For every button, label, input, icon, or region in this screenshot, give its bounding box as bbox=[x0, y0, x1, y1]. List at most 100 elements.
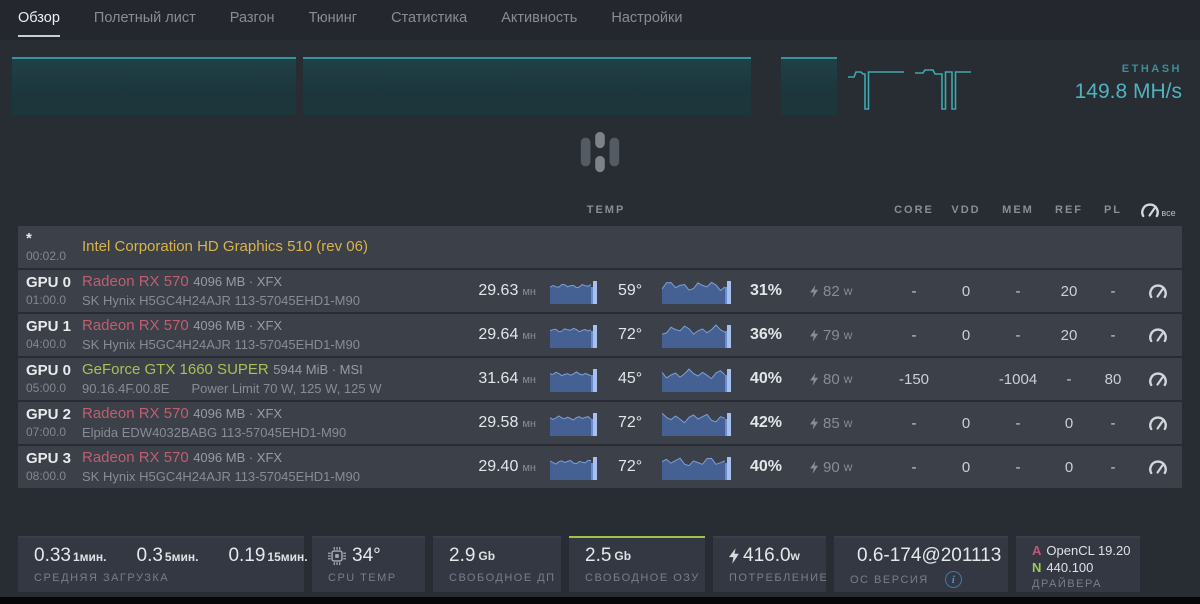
free-disk-value: 2.9 bbox=[449, 545, 476, 566]
total-hashrate-value: 149.8 MH/s bbox=[1074, 80, 1182, 103]
power-bolt-icon bbox=[810, 284, 819, 298]
gpu-index: GPU 2 bbox=[26, 406, 72, 424]
temp-sparkline bbox=[550, 454, 610, 480]
gpu-name[interactable]: Intel Corporation HD Graphics 510 (rev 0… bbox=[82, 238, 368, 255]
hashrate-chart-4[interactable] bbox=[848, 57, 904, 115]
gpu-ref: 0 bbox=[1064, 414, 1074, 432]
gpu-pl: - bbox=[1110, 282, 1116, 300]
gpu-pl: - bbox=[1110, 458, 1116, 476]
top-nav: Обзор Полетный лист Разгон Тюнинг Статис… bbox=[0, 0, 1200, 40]
gpu-ref: 20 bbox=[1060, 326, 1078, 344]
gpu-table-header: TEMP CORE VDD MEM REF PL все bbox=[18, 182, 1182, 226]
gpu-power: 80 bbox=[823, 370, 840, 388]
oc-gauge-button[interactable] bbox=[1134, 327, 1182, 343]
gpu-bus-id: 05:00.0 bbox=[26, 380, 67, 395]
gpu-memory-chip: Elpida EDW4032BABG 113-57045EHD1-M90 bbox=[82, 424, 347, 440]
gpu-fan: 40% bbox=[750, 370, 783, 387]
gpu-bios-power-limit: 90.16.4F.00.8E Power Limit 70 W, 125 W, 1… bbox=[82, 380, 382, 396]
amd-driver-badge: A bbox=[1032, 543, 1042, 558]
status-bar: 0.33 1мин. 0.3 5мин. 0.19 15мин. СРЕДНЯЯ ЗА… bbox=[0, 536, 1200, 592]
gauge-icon bbox=[1149, 283, 1167, 298]
gpu-index: GPU 3 bbox=[26, 450, 72, 468]
tab-overclock[interactable]: Разгон bbox=[230, 10, 275, 35]
header-temp: TEMP bbox=[586, 204, 626, 216]
total-hashrate-panel: ETHASH 149.8 MH/s bbox=[1022, 57, 1182, 115]
gpu-power: 90 bbox=[823, 458, 840, 476]
temp-sparkline bbox=[550, 410, 610, 436]
gpu-mem-vendor: 4096 MB · XFX bbox=[193, 450, 283, 466]
tab-statistics[interactable]: Статистика bbox=[391, 10, 467, 35]
oc-all-gauge-button[interactable]: все bbox=[1134, 202, 1182, 218]
gpu-bus-id: 07:00.0 bbox=[26, 424, 67, 439]
tab-tuning[interactable]: Тюнинг bbox=[309, 10, 358, 35]
temp-sparkline bbox=[550, 366, 610, 392]
gpu-bus-id: 00:02.0 bbox=[26, 248, 67, 263]
gpu-name[interactable]: Radeon RX 570 bbox=[82, 273, 189, 290]
hashrate-unit: мн bbox=[522, 374, 536, 386]
gpu-table: TEMP CORE VDD MEM REF PL все * 00:02.0 I… bbox=[18, 182, 1182, 488]
gpu-name[interactable]: GeForce GTX 1660 SUPER bbox=[82, 361, 269, 378]
nvidia-driver-version: 440.100 bbox=[1046, 559, 1094, 575]
gpu-vdd: 0 bbox=[961, 282, 971, 300]
gpu-temp: 59° bbox=[618, 282, 643, 299]
gauge-icon bbox=[1149, 327, 1167, 342]
gpu-bus-id: 08:00.0 bbox=[26, 468, 67, 483]
cpu-temp-card: 34° CPU TEMP bbox=[312, 536, 425, 592]
tab-flight-sheet[interactable]: Полетный лист bbox=[94, 10, 196, 35]
oc-gauge-button[interactable] bbox=[1134, 415, 1182, 431]
info-icon[interactable]: i bbox=[944, 571, 962, 588]
gpu-memory-chip: SK Hynix H5GC4H24AJR 113-57045EHD1-M90 bbox=[82, 468, 360, 484]
gpu-pl: - bbox=[1110, 414, 1116, 432]
hashrate-chart-2[interactable] bbox=[303, 57, 751, 115]
cpu-temp-value: 34° bbox=[352, 545, 381, 566]
gpu-mem-vendor: 4096 MB · XFX bbox=[193, 406, 283, 422]
power-draw-label: ПОТРЕБЛЕНИЕ bbox=[729, 572, 829, 584]
oc-gauge-button[interactable] bbox=[1134, 371, 1182, 387]
gpu-pl: 80 bbox=[1104, 370, 1122, 388]
gpu-name[interactable]: Radeon RX 570 bbox=[82, 405, 189, 422]
gpu-row-onboard[interactable]: * 00:02.0 Intel Corporation HD Graphics … bbox=[18, 226, 1182, 268]
gpu-row[interactable]: GPU 0 05:00.0 GeForce GTX 1660 SUPER 594… bbox=[18, 358, 1182, 400]
gpu-temp: 72° bbox=[618, 326, 643, 343]
load-1min: 0.33 bbox=[34, 545, 71, 566]
gauge-icon bbox=[1149, 459, 1167, 474]
gpu-mem: - bbox=[1015, 458, 1021, 476]
gpu-row[interactable]: GPU 3 08:00.0 Radeon RX 570 4096 MB · XF… bbox=[18, 446, 1182, 488]
gpu-fan: 40% bbox=[750, 458, 783, 475]
oc-gauge-button[interactable] bbox=[1134, 283, 1182, 299]
hashrate-chart-5[interactable] bbox=[915, 57, 971, 115]
gpu-row[interactable]: GPU 1 04:00.0 Radeon RX 570 4096 MB · XF… bbox=[18, 314, 1182, 356]
gpu-core: - bbox=[911, 326, 917, 344]
gpu-name[interactable]: Radeon RX 570 bbox=[82, 449, 189, 466]
hive-logo bbox=[0, 115, 1200, 182]
gpu-row[interactable]: GPU 2 07:00.0 Radeon RX 570 4096 MB · XF… bbox=[18, 402, 1182, 444]
oc-gauge-button[interactable] bbox=[1134, 459, 1182, 475]
tab-activity[interactable]: Активность bbox=[501, 10, 577, 35]
temp-sparkline bbox=[550, 322, 610, 348]
tab-settings[interactable]: Настройки bbox=[611, 10, 682, 35]
fan-sparkline bbox=[662, 322, 742, 348]
hashrate-unit: мн bbox=[522, 418, 536, 430]
hashrate-chart-1[interactable] bbox=[12, 57, 296, 115]
header-ref: REF bbox=[1055, 204, 1083, 216]
gpu-mem: -1004 bbox=[998, 370, 1038, 388]
gpu-mem-vendor: 5944 MiB · MSI bbox=[273, 362, 363, 378]
hashrate-chart-3[interactable] bbox=[781, 57, 837, 115]
nvidia-driver-badge: N bbox=[1032, 559, 1042, 575]
drivers-label: ДРАЙВЕРА bbox=[1032, 577, 1102, 590]
free-disk-card: 2.9 Gb СВОБОДНОЕ ДП bbox=[433, 536, 561, 592]
gpu-vdd: 0 bbox=[961, 414, 971, 432]
header-vdd: VDD bbox=[951, 204, 981, 216]
amd-driver-version: OpenCL 19.20 bbox=[1046, 543, 1131, 558]
gpu-core: -150 bbox=[898, 370, 930, 388]
power-unit: w bbox=[843, 460, 853, 474]
os-version-value: 0.6-174@201113 bbox=[857, 545, 1002, 566]
gpu-core: - bbox=[911, 414, 917, 432]
gpu-row[interactable]: GPU 0 01:00.0 Radeon RX 570 4096 MB · XF… bbox=[18, 270, 1182, 312]
power-bolt-icon bbox=[810, 328, 819, 342]
tab-overview[interactable]: Обзор bbox=[18, 10, 60, 37]
os-version-card: 0.6-174@201113 ОС ВЕРСИЯ i bbox=[834, 536, 1008, 592]
gpu-name[interactable]: Radeon RX 570 bbox=[82, 317, 189, 334]
fan-sparkline bbox=[662, 366, 742, 392]
gauge-icon bbox=[1141, 202, 1160, 217]
